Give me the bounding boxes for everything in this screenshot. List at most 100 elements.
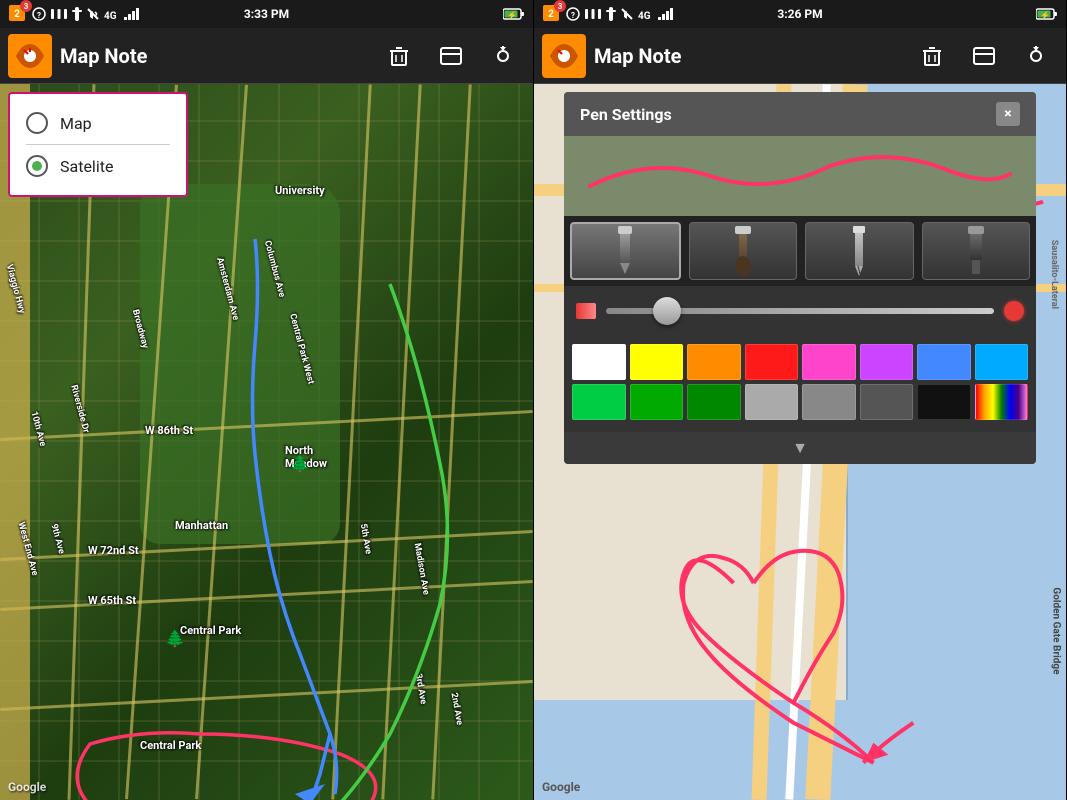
tree-2: 🌲: [165, 629, 185, 648]
pen-tool-1-icon: [610, 226, 640, 276]
map-type-popup[interactable]: Map Satelite: [8, 92, 188, 197]
road-map: 101 Sausalito-Lateral Golden Gate Bridge: [534, 84, 1066, 800]
usb-icon: [72, 7, 82, 21]
mute-icon: [86, 7, 100, 21]
color-row-1: [572, 344, 1028, 380]
color-dropdown-row[interactable]: ▼: [564, 432, 1036, 464]
slider-row: [564, 286, 1036, 336]
pen-tool-3-icon: [844, 226, 874, 276]
globe-button-left[interactable]: [429, 34, 473, 78]
color-yellow[interactable]: [630, 344, 684, 380]
color-orange[interactable]: [687, 344, 741, 380]
right-map-area[interactable]: 101 Sausalito-Lateral Golden Gate Bridge: [534, 84, 1066, 800]
color-palette: [564, 336, 1036, 432]
svg-text:⚡: ⚡: [507, 10, 517, 20]
bottom-water: [534, 700, 1066, 800]
map-type-satellite-label: Satelite: [60, 157, 113, 176]
trash-icon-left: [387, 44, 411, 68]
tree-1: 🌲: [290, 454, 310, 473]
pen-tool-2-icon: [725, 226, 761, 276]
globe-icon-right: [972, 44, 996, 68]
globe-button-right[interactable]: [962, 34, 1006, 78]
pen-tool-3[interactable]: [805, 222, 914, 280]
color-white[interactable]: [572, 344, 626, 380]
share-button-right[interactable]: [1014, 34, 1058, 78]
right-badge-area: 2 3: [542, 4, 562, 24]
color-gray[interactable]: [802, 384, 856, 420]
color-light-blue[interactable]: [975, 344, 1029, 380]
color-light-gray[interactable]: [745, 384, 799, 420]
pen-tool-4-icon: [960, 226, 992, 276]
battery-icon: ⚡: [503, 7, 525, 21]
map-type-option-map[interactable]: Map: [26, 106, 170, 140]
right-signal-bars-icon: [658, 7, 676, 21]
satellite-map: University NorthMeadow Manhattan Central…: [0, 84, 533, 800]
left-action-bar: Map Note: [0, 28, 533, 84]
color-purple[interactable]: [860, 344, 914, 380]
svg-text:2: 2: [548, 9, 554, 20]
central-park-greenery: [140, 184, 340, 544]
trash-button-left[interactable]: [377, 34, 421, 78]
signal-4g-icon: 4G: [104, 7, 120, 21]
slider-max-dot: [1004, 301, 1024, 321]
notification-badge: 3: [20, 0, 32, 12]
map-type-option-satellite[interactable]: Satelite: [26, 149, 170, 183]
trash-icon-right: [920, 44, 944, 68]
size-slider-track[interactable]: [606, 308, 994, 314]
color-green[interactable]: [630, 384, 684, 420]
pen-tool-1[interactable]: [570, 222, 681, 280]
color-pink[interactable]: [802, 344, 856, 380]
color-black[interactable]: [917, 384, 971, 420]
pen-tool-2[interactable]: [689, 222, 798, 280]
left-app-icon-container: [8, 34, 52, 78]
status-icons-right: ⚡: [503, 7, 525, 21]
right-question-icon: ?: [566, 7, 580, 21]
pen-settings-header: Pen Settings ×: [564, 92, 1036, 136]
left-map-area[interactable]: University NorthMeadow Manhattan Central…: [0, 84, 533, 800]
svg-text:2: 2: [14, 9, 20, 20]
svg-text:?: ?: [37, 11, 41, 20]
question-icon: ?: [32, 7, 46, 21]
color-rainbow[interactable]: [975, 384, 1029, 420]
app-badge-area: 2 3: [8, 4, 28, 24]
pen-tools-row: [564, 216, 1036, 286]
color-dropdown-arrow: ▼: [792, 438, 808, 458]
right-wifi-icon: [584, 7, 602, 21]
trash-button-right[interactable]: [910, 34, 954, 78]
color-dark-green[interactable]: [687, 384, 741, 420]
svg-text:4G: 4G: [104, 11, 117, 21]
signal-bars-icon: [124, 7, 142, 21]
pen-settings-title: Pen Settings: [580, 105, 672, 124]
pen-preview-area: [564, 136, 1036, 216]
svg-text:4G: 4G: [638, 11, 651, 21]
right-battery-icon: ⚡: [1036, 7, 1058, 21]
radio-map: [26, 112, 48, 134]
right-google-watermark: Google: [542, 780, 580, 794]
radio-satellite-inner: [32, 161, 42, 171]
pen-tool-4[interactable]: [922, 222, 1031, 280]
right-signal-4g-icon: 4G: [638, 7, 654, 21]
share-button-left[interactable]: [481, 34, 525, 78]
color-dark-gray[interactable]: [860, 384, 914, 420]
color-light-green[interactable]: [572, 384, 626, 420]
right-app-icon: [542, 34, 586, 78]
golden-gate-label: Golden Gate Bridge: [1051, 587, 1062, 674]
color-row-2: [572, 384, 1028, 420]
wifi-icon: [50, 7, 68, 21]
popup-divider: [26, 144, 170, 145]
size-slider-thumb[interactable]: [653, 297, 681, 325]
map-type-map-label: Map: [60, 114, 92, 133]
right-status-icons-right: ⚡: [1036, 7, 1058, 21]
color-red[interactable]: [745, 344, 799, 380]
right-status-bar: 2 3 ? 4G 3:26 PM: [534, 0, 1066, 28]
color-blue[interactable]: [917, 344, 971, 380]
left-google-watermark: Google: [8, 780, 46, 794]
right-mute-icon: [620, 7, 634, 21]
share-icon-right: [1024, 44, 1048, 68]
right-app-icon-container: [542, 34, 586, 78]
svg-text:?: ?: [571, 11, 575, 20]
left-app-icon: [8, 34, 52, 78]
pen-settings-close-button[interactable]: ×: [996, 102, 1020, 126]
pen-preview-svg: [564, 136, 1036, 216]
status-icons-left: 2 3 ? 4G: [8, 4, 142, 24]
